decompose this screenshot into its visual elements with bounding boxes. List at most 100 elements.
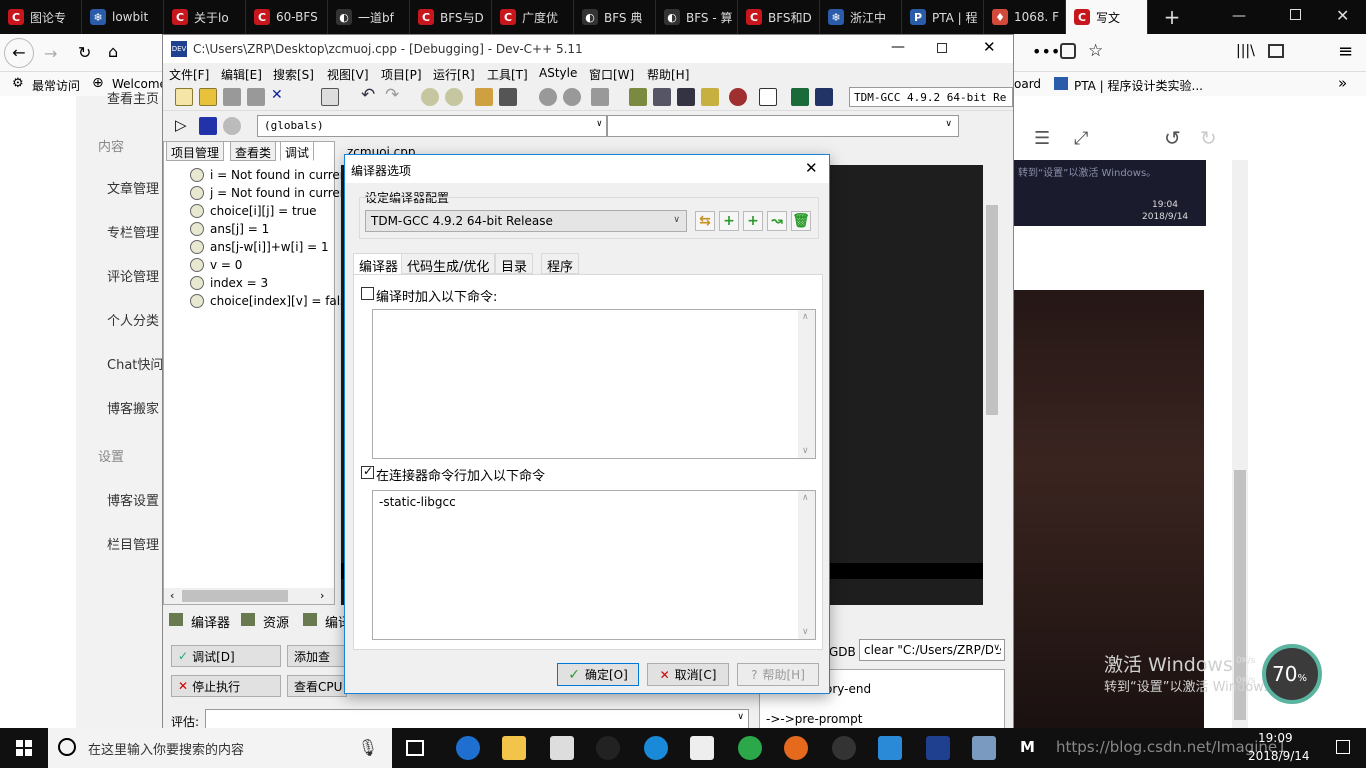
close-file-icon[interactable]: ✕: [271, 87, 283, 103]
bug-icon[interactable]: [729, 88, 747, 106]
devcpp-close-button[interactable]: ✕: [983, 38, 996, 56]
book-icon[interactable]: [199, 117, 217, 135]
watch-item[interactable]: ans[j] = 1: [210, 222, 269, 236]
m-app-icon[interactable]: M: [1020, 738, 1035, 756]
terminal-icon[interactable]: [791, 88, 809, 106]
find-icon[interactable]: [421, 88, 439, 106]
linker-commands-checkbox[interactable]: ✓: [361, 464, 374, 479]
save-all-icon[interactable]: [247, 88, 265, 106]
goto-line-icon[interactable]: [499, 88, 517, 106]
exit-icon[interactable]: [759, 88, 777, 106]
sidebar-item[interactable]: 博客搬家: [107, 398, 159, 417]
redo-icon[interactable]: ↻: [1200, 126, 1217, 150]
watch-item[interactable]: choice[index][v] = false: [210, 294, 354, 308]
editor-vscrollbar[interactable]: [983, 165, 1001, 605]
menu-item[interactable]: 帮助[H]: [647, 66, 689, 83]
redo-devcpp-icon[interactable]: ↷: [385, 85, 399, 105]
net-speed-widget[interactable]: 70%: [1262, 644, 1322, 704]
debug-button[interactable]: ✓ 调试[D]: [171, 645, 281, 667]
chevron-left-icon[interactable]: ‹: [170, 589, 174, 602]
taskbar-search-box[interactable]: 在这里输入你要搜索的内容 🎙: [48, 728, 392, 768]
run-icon[interactable]: [563, 88, 581, 106]
find-compilers-button[interactable]: ↝: [767, 211, 787, 231]
library-icon[interactable]: |||\: [1236, 43, 1255, 59]
panel-hscrollbar[interactable]: ‹ ›: [164, 588, 334, 604]
watch-item[interactable]: i = Not found in current: [210, 168, 352, 182]
browser-tab[interactable]: C 关于lo: [164, 0, 246, 34]
sidebar-item[interactable]: 文章管理: [107, 178, 159, 197]
browser-tab[interactable]: C BFS和D: [738, 0, 820, 34]
store-icon[interactable]: [550, 736, 574, 760]
menu-item[interactable]: 文件[F]: [169, 66, 209, 83]
open-file-icon[interactable]: [199, 88, 217, 106]
restore-button[interactable]: [1290, 9, 1301, 20]
watch-item[interactable]: v = 0: [210, 258, 242, 272]
stop-execution-button[interactable]: ✕ 停止执行: [171, 675, 281, 697]
menu-item[interactable]: 运行[R]: [433, 66, 475, 83]
clock-date[interactable]: 2018/9/14: [1248, 749, 1310, 763]
add-watch-button[interactable]: 添加查: [287, 645, 347, 667]
compile-run-icon[interactable]: [591, 88, 609, 106]
page-actions-icon[interactable]: •••: [1032, 42, 1060, 61]
rename-config-button[interactable]: ⇆: [695, 211, 715, 231]
dialog-close-button[interactable]: ✕: [805, 159, 818, 177]
linker-commands-label[interactable]: 在连接器命令行加入以下命令: [376, 465, 545, 484]
ok-button[interactable]: ✓ 确定[O]: [557, 663, 639, 686]
project-icon[interactable]: [815, 88, 833, 106]
compile-commands-memo[interactable]: ∧ ∨: [372, 309, 816, 459]
new-file-icon[interactable]: [175, 88, 193, 106]
globals-combo[interactable]: (globals) ∨: [257, 115, 607, 137]
browser-tab[interactable]: C 写文: [1066, 0, 1148, 34]
save-icon[interactable]: [223, 88, 241, 106]
sidebar-top-partial[interactable]: 查看主页: [107, 88, 159, 107]
add-config-from-folder-button[interactable]: +: [743, 211, 763, 231]
add-watch-icon[interactable]: [677, 88, 695, 106]
reload-icon[interactable]: ↻: [78, 43, 91, 62]
menu-item[interactable]: AStyle: [539, 66, 577, 80]
bottom-tab[interactable]: 资源: [263, 612, 289, 631]
profile-icon[interactable]: [701, 88, 719, 106]
fullscreen-icon[interactable]: ⤢: [1074, 128, 1088, 149]
close-window-button[interactable]: ✕: [1336, 6, 1349, 25]
goto-icon[interactable]: [475, 88, 493, 106]
list-icon[interactable]: ☰: [1034, 128, 1050, 149]
replace-icon[interactable]: [445, 88, 463, 106]
file-explorer-icon[interactable]: [502, 736, 526, 760]
browser-app-icon[interactable]: [644, 736, 668, 760]
sidebar-icon[interactable]: [1268, 44, 1284, 58]
compiler-config-combo[interactable]: TDM-GCC 4.9.2 64-bit Release ∨: [365, 210, 687, 232]
compile-icon[interactable]: [539, 88, 557, 106]
undo-devcpp-icon[interactable]: ↶: [361, 85, 375, 105]
watch-item[interactable]: ans[j-w[i]]+w[i] = 1: [210, 240, 329, 254]
qq-icon[interactable]: [596, 736, 620, 760]
sidebar-item[interactable]: 个人分类: [107, 310, 159, 329]
linker-commands-memo[interactable]: -static-libgcc ∧ ∨: [372, 490, 816, 640]
undo-icon[interactable]: ↺: [1164, 126, 1181, 150]
firefox-icon[interactable]: [784, 736, 808, 760]
microphone-icon[interactable]: 🎙: [358, 738, 378, 757]
watch-item[interactable]: choice[i][j] = true: [210, 204, 317, 218]
edge-icon[interactable]: [456, 736, 480, 760]
add-config-button[interactable]: +: [719, 211, 739, 231]
devcpp-minimize-button[interactable]: —: [891, 39, 905, 55]
menu-item[interactable]: 窗口[W]: [589, 66, 634, 83]
page-scrollbar[interactable]: [1232, 160, 1248, 728]
browser-tab[interactable]: C BFS与D: [410, 0, 492, 34]
menu-item[interactable]: 编辑[E]: [221, 66, 262, 83]
clock-time[interactable]: 19:09: [1258, 731, 1293, 745]
browser-tab[interactable]: C 图论专: [0, 0, 82, 34]
browser-tab[interactable]: ♦ 1068. F: [984, 0, 1066, 34]
screenshot-tool-icon[interactable]: [972, 736, 996, 760]
sidebar-item[interactable]: 评论管理: [107, 266, 159, 285]
functions-combo[interactable]: ∨: [607, 115, 959, 137]
delete-config-button[interactable]: 🗑: [791, 211, 811, 231]
wps-icon[interactable]: [738, 736, 762, 760]
menu-item[interactable]: 项目[P]: [381, 66, 422, 83]
menu-item[interactable]: 视图[V]: [327, 66, 369, 83]
browser-tab[interactable]: ◐ BFS - 算: [656, 0, 738, 34]
compiler-selector[interactable]: TDM-GCC 4.9.2 64-bit Re: [849, 87, 1013, 107]
print-icon[interactable]: [321, 88, 339, 106]
watch-item[interactable]: j = Not found in current: [210, 186, 352, 200]
gdb-command-combo[interactable]: clear "C:/Users/ZRP/De ∨: [859, 639, 1005, 661]
new-tab-button[interactable]: +: [1160, 6, 1184, 28]
